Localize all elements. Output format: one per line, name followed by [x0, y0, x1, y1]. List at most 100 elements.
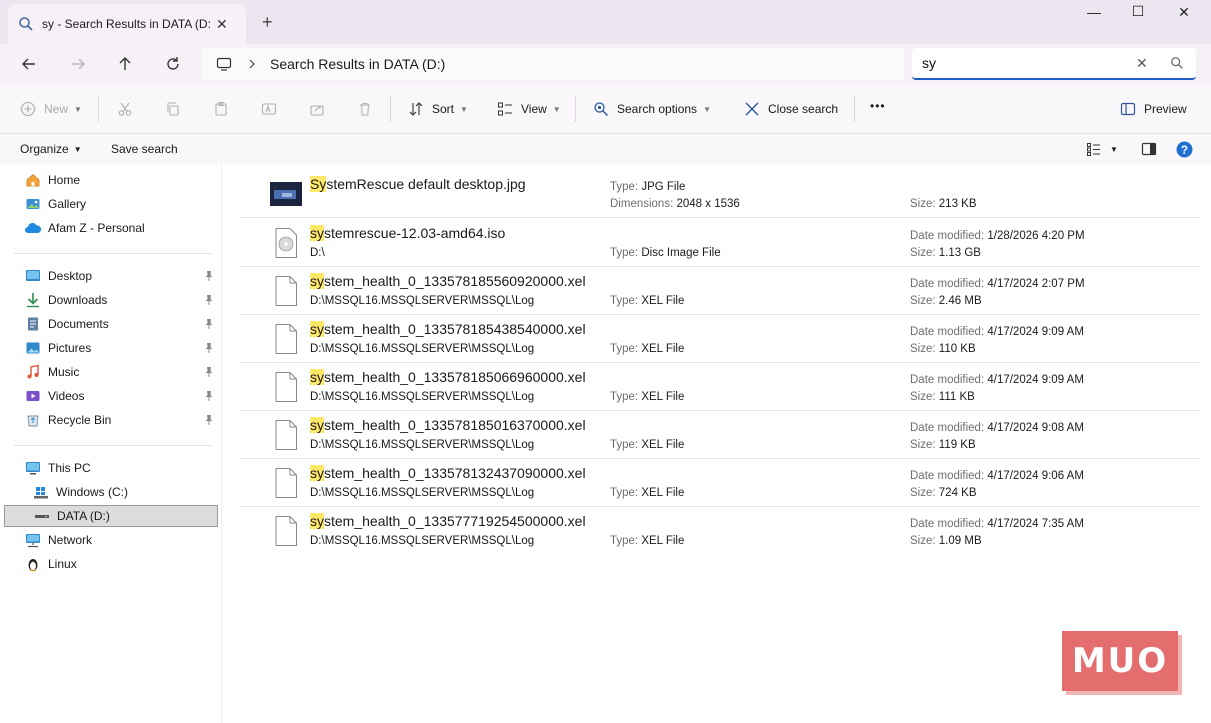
- search-input[interactable]: [922, 55, 1128, 71]
- chevron-right-icon[interactable]: [248, 59, 256, 69]
- view-button[interactable]: View ▼: [497, 101, 561, 117]
- sidebar-item-label: Downloads: [48, 293, 108, 307]
- network-icon: [24, 532, 42, 548]
- sidebar-item-label: Home: [48, 173, 81, 187]
- copy-button[interactable]: [165, 101, 181, 117]
- sidebar-item-this-pc[interactable]: This PC: [24, 457, 214, 479]
- pin-icon[interactable]: [204, 318, 214, 330]
- file-row[interactable]: system_health_0_133578185066960000.xel D…: [240, 363, 1200, 411]
- svg-text:?: ?: [1181, 144, 1188, 157]
- layout-options-button[interactable]: ▼: [1086, 141, 1118, 157]
- preview-button[interactable]: Preview: [1120, 101, 1187, 117]
- file-row[interactable]: system_health_0_133578185016370000.xel D…: [240, 411, 1200, 459]
- delete-button[interactable]: [357, 101, 373, 117]
- sidebar-item-downloads[interactable]: Downloads: [24, 289, 218, 311]
- organize-button[interactable]: Organize ▼: [20, 142, 82, 156]
- type-value: XEL File: [641, 343, 685, 355]
- search-match: sy: [310, 225, 324, 241]
- file-row[interactable]: system_health_0_133578185438540000.xel D…: [240, 315, 1200, 363]
- tab-close-icon[interactable]: ✕: [216, 16, 228, 33]
- up-button[interactable]: [113, 52, 137, 76]
- navigation-bar: Search Results in DATA (D:) ✕: [0, 44, 1211, 84]
- sidebar-item-gallery[interactable]: Gallery: [24, 193, 214, 215]
- share-button[interactable]: [309, 101, 325, 117]
- sort-button[interactable]: Sort ▼: [408, 101, 468, 117]
- close-search-button[interactable]: Close search: [744, 101, 838, 117]
- sidebar-item-music[interactable]: Music: [24, 361, 218, 383]
- file-name: system_health_0_133578185438540000.xel: [310, 321, 586, 337]
- linux-penguin-icon: [24, 556, 42, 572]
- search-icon[interactable]: [1170, 56, 1184, 70]
- file-row[interactable]: SystemRescue default desktop.jpg Type: J…: [240, 170, 1200, 218]
- file-name-rest: stem_health_0_133578185438540000.xel: [324, 321, 586, 337]
- search-box[interactable]: ✕: [912, 48, 1196, 80]
- rename-button[interactable]: [261, 101, 277, 117]
- sidebar-item-network[interactable]: Network: [24, 529, 214, 551]
- sidebar-item-label: Pictures: [48, 341, 92, 355]
- toolbar-divider: [854, 96, 855, 122]
- size-label: Size:: [910, 198, 936, 210]
- sidebar-item-home[interactable]: Home: [24, 169, 214, 191]
- sidebar-item-videos[interactable]: Videos: [24, 385, 218, 407]
- more-options-button[interactable]: •••: [870, 99, 886, 113]
- command-toolbar: New ▼ Sort ▼ View ▼ Search options ▼ Clo…: [0, 84, 1211, 134]
- sidebar-item-label: DATA (D:): [57, 509, 110, 523]
- file-location: D:\MSSQL16.MSSQLSERVER\MSSQL\Log: [310, 487, 535, 499]
- search-options-label: Search options: [617, 102, 698, 116]
- pin-icon[interactable]: [204, 390, 214, 402]
- new-button[interactable]: New ▼: [20, 101, 82, 117]
- file-row[interactable]: system_health_0_133578132437090000.xel D…: [240, 459, 1200, 507]
- search-match: sy: [310, 369, 324, 385]
- size-label: Size:: [910, 247, 936, 259]
- sidebar-item-windows-c[interactable]: Windows (C:): [32, 481, 214, 503]
- sidebar-item-label: Videos: [48, 389, 85, 403]
- file-location: D:\MSSQL16.MSSQLSERVER\MSSQL\Log: [310, 343, 535, 355]
- close-icon: [745, 102, 759, 116]
- minimize-button[interactable]: —: [1074, 4, 1114, 22]
- forward-button[interactable]: [66, 52, 90, 76]
- sidebar-item-recycle-bin[interactable]: Recycle Bin: [24, 409, 218, 431]
- refresh-icon: [167, 57, 179, 70]
- sidebar-item-label: Network: [48, 533, 93, 547]
- sidebar-item-pictures[interactable]: Pictures: [24, 337, 218, 359]
- clear-search-icon[interactable]: ✕: [1136, 55, 1148, 72]
- sidebar-item-onedrive[interactable]: Afam Z - Personal: [24, 217, 214, 239]
- save-search-button[interactable]: Save search: [111, 142, 178, 156]
- address-bar[interactable]: Search Results in DATA (D:): [202, 48, 904, 80]
- type-label: Type:: [610, 181, 639, 193]
- size-value: 1.09 MB: [938, 535, 982, 547]
- paste-button[interactable]: [213, 101, 229, 117]
- sidebar-item-desktop[interactable]: Desktop: [24, 265, 218, 287]
- pin-icon[interactable]: [204, 366, 214, 378]
- preview-pane-toggle[interactable]: [1141, 141, 1157, 157]
- pin-icon[interactable]: [204, 342, 214, 354]
- pin-icon[interactable]: [204, 270, 214, 282]
- search-options-button[interactable]: Search options ▼: [593, 101, 711, 117]
- new-tab-button[interactable]: +: [262, 12, 273, 33]
- file-location: D:\MSSQL16.MSSQLSERVER\MSSQL\Log: [310, 295, 535, 307]
- address-path[interactable]: Search Results in DATA (D:): [270, 56, 445, 72]
- file-type: Type: XEL File: [610, 535, 684, 547]
- file-size: Size: 1.09 MB: [910, 535, 982, 547]
- sidebar-item-data-d[interactable]: DATA (D:): [4, 505, 218, 527]
- size-value: 111 KB: [938, 391, 975, 403]
- file-row[interactable]: system_health_0_133578185560920000.xel D…: [240, 267, 1200, 315]
- back-button[interactable]: [17, 52, 41, 76]
- chevron-down-icon: ▼: [552, 104, 561, 114]
- file-row[interactable]: systemrescue-12.03-amd64.iso D:\ Type: D…: [240, 219, 1200, 267]
- tab-search-results[interactable]: sy - Search Results in DATA (D:) ✕: [8, 4, 246, 44]
- search-match: sy: [310, 513, 324, 529]
- sidebar-item-linux[interactable]: Linux: [24, 553, 214, 575]
- help-button[interactable]: ?: [1176, 141, 1193, 158]
- file-name-rest: stem_health_0_133578185016370000.xel: [324, 417, 586, 433]
- cut-button[interactable]: [117, 101, 133, 117]
- pin-icon[interactable]: [204, 414, 214, 426]
- file-row[interactable]: system_health_0_133577719254500000.xel D…: [240, 507, 1200, 555]
- close-window-button[interactable]: ✕: [1164, 4, 1204, 22]
- size-value: 110 KB: [938, 343, 976, 355]
- pin-icon[interactable]: [204, 294, 214, 306]
- sidebar-item-documents[interactable]: Documents: [24, 313, 218, 335]
- maximize-button[interactable]: ☐: [1118, 3, 1158, 21]
- refresh-button[interactable]: [161, 52, 185, 76]
- date-value: 4/17/2024 7:35 AM: [987, 518, 1084, 530]
